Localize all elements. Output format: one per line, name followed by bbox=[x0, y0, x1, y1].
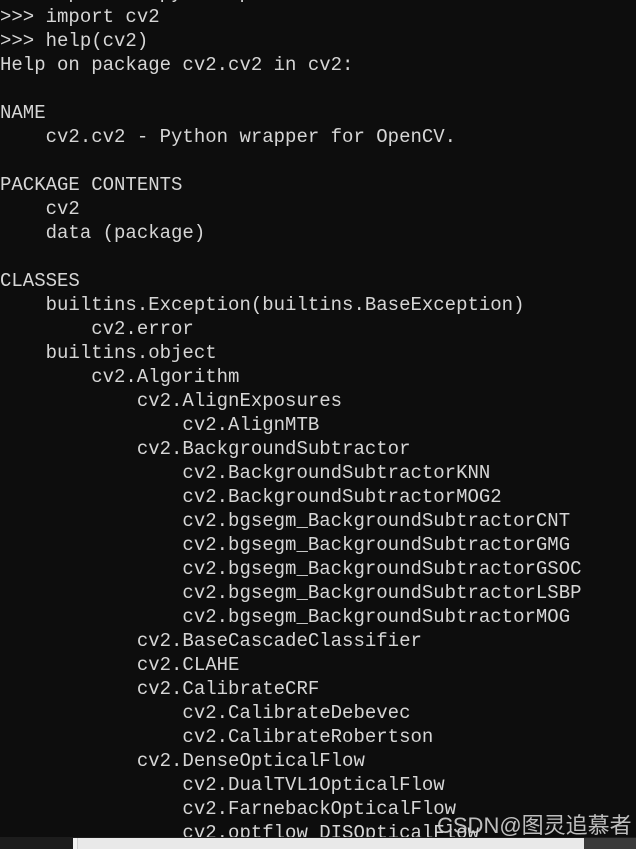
console-line: cv2.cv2 - Python wrapper for OpenCV. bbox=[0, 126, 457, 148]
scrollbar-end-region bbox=[584, 838, 636, 849]
console-line: cv2.AlignExposures bbox=[0, 390, 343, 412]
console-line: cv2.CLAHE bbox=[0, 654, 240, 676]
console-line: cv2.DualTVL1OpticalFlow bbox=[0, 774, 445, 796]
console-line: builtins.Exception(builtins.BaseExceptio… bbox=[0, 294, 525, 316]
console-line: builtins.object bbox=[0, 342, 217, 364]
console-line: data (package) bbox=[0, 222, 206, 244]
terminal-window: >>> import numpy as np>>> import cv2>>> … bbox=[0, 0, 636, 849]
console-line: PACKAGE CONTENTS bbox=[0, 174, 183, 196]
console-line: Help on package cv2.cv2 in cv2: bbox=[0, 54, 354, 76]
console-line: cv2.DenseOpticalFlow bbox=[0, 750, 365, 772]
console-line: cv2.error bbox=[0, 318, 194, 340]
console-line: cv2.Algorithm bbox=[0, 366, 240, 388]
console-line: cv2.bgsegm_BackgroundSubtractorMOG bbox=[0, 606, 571, 628]
console-line: cv2.CalibrateDebevec bbox=[0, 702, 411, 724]
console-line: cv2.FarnebackOpticalFlow bbox=[0, 798, 457, 820]
console-line: cv2.bgsegm_BackgroundSubtractorLSBP bbox=[0, 582, 582, 604]
console-line: CLASSES bbox=[0, 270, 80, 292]
console-line: cv2.BaseCascadeClassifier bbox=[0, 630, 422, 652]
console-output[interactable]: >>> import numpy as np>>> import cv2>>> … bbox=[0, 0, 636, 845]
console-line: cv2.bgsegm_BackgroundSubtractorCNT bbox=[0, 510, 571, 532]
scrollbar-thumb[interactable] bbox=[77, 838, 585, 849]
console-line: >>> help(cv2) bbox=[0, 30, 149, 52]
console-line: cv2.BackgroundSubtractorMOG2 bbox=[0, 486, 502, 508]
horizontal-scrollbar[interactable] bbox=[0, 837, 636, 849]
console-line: cv2.AlignMTB bbox=[0, 414, 320, 436]
console-line: cv2 bbox=[0, 198, 80, 220]
console-line: NAME bbox=[0, 102, 46, 124]
console-line: cv2.bgsegm_BackgroundSubtractorGSOC bbox=[0, 558, 582, 580]
console-line: cv2.CalibrateRobertson bbox=[0, 726, 434, 748]
console-line: cv2.bgsegm_BackgroundSubtractorGMG bbox=[0, 534, 571, 556]
console-line: cv2.CalibrateCRF bbox=[0, 678, 320, 700]
console-line: >>> import cv2 bbox=[0, 6, 160, 28]
console-line: cv2.BackgroundSubtractor bbox=[0, 438, 411, 460]
console-line: cv2.BackgroundSubtractorKNN bbox=[0, 462, 491, 484]
